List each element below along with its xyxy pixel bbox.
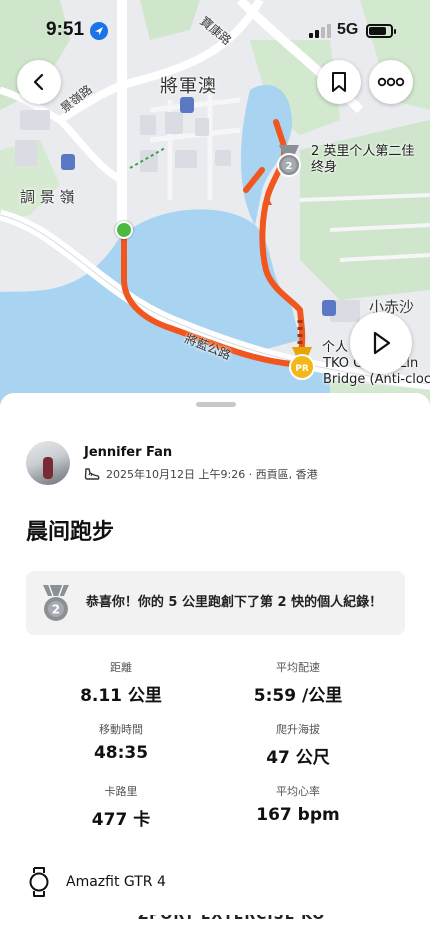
map-label-rank-achievement: 2 英里个人第二佳 终身	[311, 144, 415, 175]
stat-calories: 卡路里 477 卡	[26, 783, 216, 830]
route-map[interactable]: 將軍澳 寶康路 景嶺路 調 景 嶺 小赤沙 將藍公路 2 英里个人第二佳 终身 …	[0, 0, 430, 410]
stat-label: 距離	[110, 661, 132, 674]
map-label-pr-partial: 个人	[322, 340, 349, 355]
stat-value: 477 卡	[91, 810, 151, 830]
more-horizontal-icon	[377, 77, 405, 87]
stat-avg-pace: 平均配速 5:59 /公里	[203, 659, 393, 706]
stat-distance: 距離 8.11 公里	[26, 659, 216, 706]
status-bar: 9:51 5G	[0, 0, 430, 56]
stat-label: 移動時間	[99, 723, 143, 736]
running-shoe-icon	[84, 467, 100, 480]
stat-value: 48:35	[93, 743, 149, 763]
watch-icon	[29, 867, 49, 897]
status-time: 9:51	[46, 19, 85, 40]
cellular-signal-icon	[309, 24, 331, 38]
location-arrow-icon	[90, 22, 108, 40]
avatar[interactable]	[26, 441, 70, 485]
device-row[interactable]: Amazfit GTR 4	[28, 867, 166, 897]
activity-details-sheet[interactable]: Jennifer Fan 2025年10月12日 上午9:26 · 西貢區, 香…	[0, 393, 430, 932]
map-label-tiu-keng-leng: 調 景 嶺	[20, 188, 75, 206]
stat-label: 卡路里	[104, 785, 138, 798]
rank-medal-icon[interactable]: 2	[276, 144, 302, 178]
network-type: 5G	[337, 21, 359, 38]
achievement-banner[interactable]: 2 恭喜你！你的 5 公里跑創下了第 2 快的個人紀錄！	[26, 571, 405, 635]
more-options-button[interactable]	[369, 60, 413, 104]
stat-value: 47 公尺	[266, 748, 330, 768]
stat-value: 5:59 /公里	[253, 686, 343, 706]
silver-medal-icon: 2	[42, 584, 69, 621]
athlete-header[interactable]: Jennifer Fan 2025年10月12日 上午9:26 · 西貢區, 香…	[26, 441, 318, 485]
stat-label: 平均心率	[276, 785, 320, 798]
athlete-name[interactable]: Jennifer Fan	[84, 445, 318, 460]
activity-date-location: 2025年10月12日 上午9:26 · 西貢區, 香港	[106, 467, 318, 481]
rank-medal-number: 2	[286, 161, 293, 172]
sheet-grabber[interactable]	[196, 402, 236, 407]
partially-hidden-text: ZPORT EXTERCISE KO	[138, 915, 326, 923]
stat-label: 爬升海拔	[276, 723, 320, 736]
device-name: Amazfit GTR 4	[66, 874, 166, 890]
stat-moving-time: 移動時間 48:35	[26, 721, 216, 763]
achievement-text: 恭喜你！你的 5 公里跑創下了第 2 快的個人紀錄！	[85, 595, 383, 610]
stat-avg-heart-rate: 平均心率 167 bpm	[203, 783, 393, 825]
pr-medal-label: PR	[295, 364, 309, 374]
chevron-left-icon	[33, 73, 44, 91]
pr-medal-icon[interactable]: PR	[288, 346, 316, 380]
play-flyover-button[interactable]	[350, 312, 412, 374]
back-button[interactable]	[17, 60, 61, 104]
map-label-bridge-line2: Bridge (Anti-clock	[323, 372, 430, 387]
stat-label: 平均配速	[276, 661, 320, 674]
bookmark-icon	[332, 72, 346, 92]
battery-icon	[366, 24, 396, 38]
map-label-tseung-kwan-o: 將軍澳	[160, 76, 217, 97]
stat-value: 167 bpm	[256, 805, 340, 825]
stat-value: 8.11 公里	[80, 686, 162, 706]
stat-elevation-gain: 爬升海拔 47 公尺	[203, 721, 393, 768]
play-icon	[373, 331, 391, 355]
achievement-rank-number: 2	[52, 602, 60, 616]
activity-title: 晨间跑步	[26, 520, 115, 545]
route-start-marker	[115, 221, 133, 239]
bookmark-button[interactable]	[317, 60, 361, 104]
